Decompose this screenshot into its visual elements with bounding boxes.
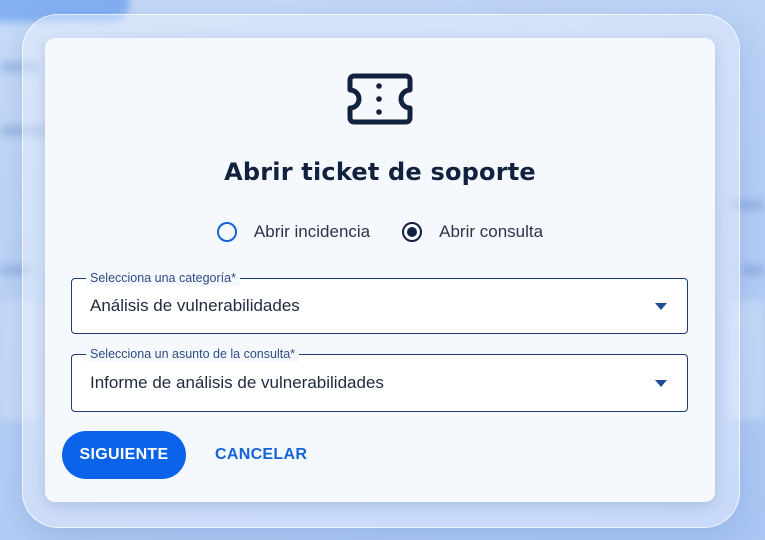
- category-select-value: Análisis de vulnerabilidades: [90, 296, 300, 315]
- caret-down-icon[interactable]: [655, 303, 667, 310]
- category-select[interactable]: Selecciona una categoría* Análisis de vu…: [71, 270, 688, 334]
- radio-checked-icon[interactable]: [402, 222, 423, 242]
- radio-abrir-consulta[interactable]: Abrir consulta: [402, 222, 543, 242]
- caret-down-icon[interactable]: [655, 380, 667, 387]
- background-line: [740, 265, 765, 275]
- subject-select-label: Selecciona un asunto de la consulta*: [86, 346, 300, 362]
- dialog-title: Abrir ticket de soporte: [224, 158, 536, 186]
- radio-label: Abrir incidencia: [253, 222, 371, 241]
- support-ticket-dialog: Abrir ticket de soporte Abrir incidencia…: [45, 38, 715, 502]
- subject-select[interactable]: Selecciona un asunto de la consulta* Inf…: [71, 346, 688, 412]
- cancel-button[interactable]: CANCELAR: [207, 431, 315, 479]
- ticket-icon: [347, 73, 413, 125]
- radio-label: Abrir consulta: [439, 222, 544, 241]
- subject-select-value: Informe de análisis de vulnerabilidades: [90, 373, 384, 392]
- next-button[interactable]: SIGUIENTE: [62, 431, 186, 479]
- radio-abrir-incidencia[interactable]: Abrir incidencia: [216, 222, 371, 242]
- ticket-type-radio-group: Abrir incidencia Abrir consulta: [45, 222, 715, 242]
- category-select-label: Selecciona una categoría*: [86, 270, 240, 286]
- radio-unchecked-icon[interactable]: [216, 222, 237, 242]
